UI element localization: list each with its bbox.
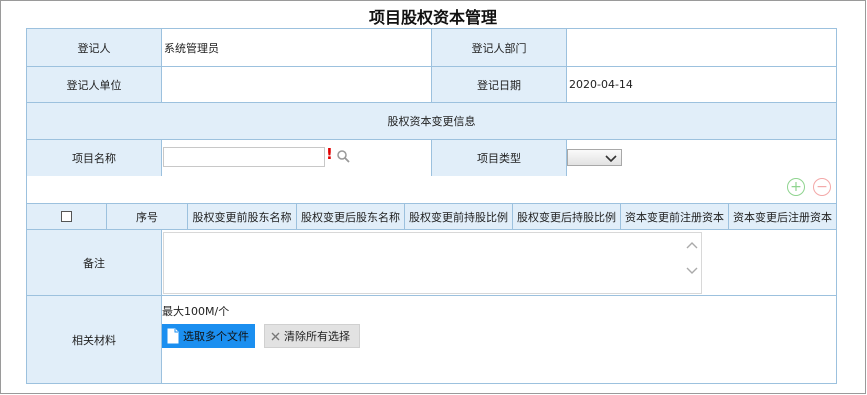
registrant-dept-value (567, 28, 837, 66)
column-header: 股权变更前股东名称 (188, 203, 297, 229)
column-header: 股权变更后持股比例 (513, 203, 621, 229)
column-header: 序号 (107, 203, 188, 229)
scroll-down-icon[interactable] (686, 267, 698, 278)
registrant-value: 系统管理员 (162, 28, 432, 66)
register-date-value: 2020-04-14 (567, 66, 837, 102)
remarks-label: 备注 (26, 229, 162, 295)
add-row-icon[interactable]: + (787, 178, 805, 196)
clear-selection-label: 清除所有选择 (284, 330, 350, 343)
registrant-unit-value (162, 66, 432, 102)
close-icon (271, 332, 280, 341)
register-date-label: 登记日期 (432, 66, 567, 102)
column-header: 资本变更后注册资本 (729, 203, 837, 229)
materials-label: 相关材料 (26, 295, 162, 384)
column-header: 股权变更前持股比例 (405, 203, 513, 229)
registrant-unit-label: 登记人单位 (26, 66, 162, 102)
page-title: 项目股权资本管理 (368, 8, 497, 27)
select-files-label: 选取多个文件 (183, 330, 249, 343)
registrant-label: 登记人 (26, 28, 162, 66)
scroll-up-icon[interactable] (686, 241, 698, 252)
project-name-input[interactable] (163, 147, 325, 167)
file-icon (166, 328, 180, 344)
project-type-select[interactable] (567, 149, 622, 166)
column-header: 资本变更前注册资本 (621, 203, 729, 229)
table-toolbar (26, 176, 837, 203)
select-all-checkbox[interactable] (61, 211, 72, 222)
required-mark: ! (326, 145, 333, 163)
project-type-label: 项目类型 (432, 139, 567, 176)
search-icon[interactable] (337, 150, 350, 166)
section-header: 股权资本变更信息 (26, 102, 837, 139)
select-arrow-icon (605, 153, 617, 166)
project-name-label: 项目名称 (26, 139, 162, 176)
clear-selection-button[interactable]: 清除所有选择 (264, 324, 360, 348)
column-header: 股权变更后股东名称 (297, 203, 405, 229)
registrant-dept-label: 登记人部门 (432, 28, 567, 66)
remove-row-icon[interactable]: − (813, 178, 831, 196)
table-header-select-all (26, 203, 107, 229)
remarks-textarea[interactable] (163, 232, 702, 294)
upload-limit-text: 最大100M/个 (162, 305, 230, 318)
select-files-button[interactable]: 选取多个文件 (162, 324, 255, 348)
